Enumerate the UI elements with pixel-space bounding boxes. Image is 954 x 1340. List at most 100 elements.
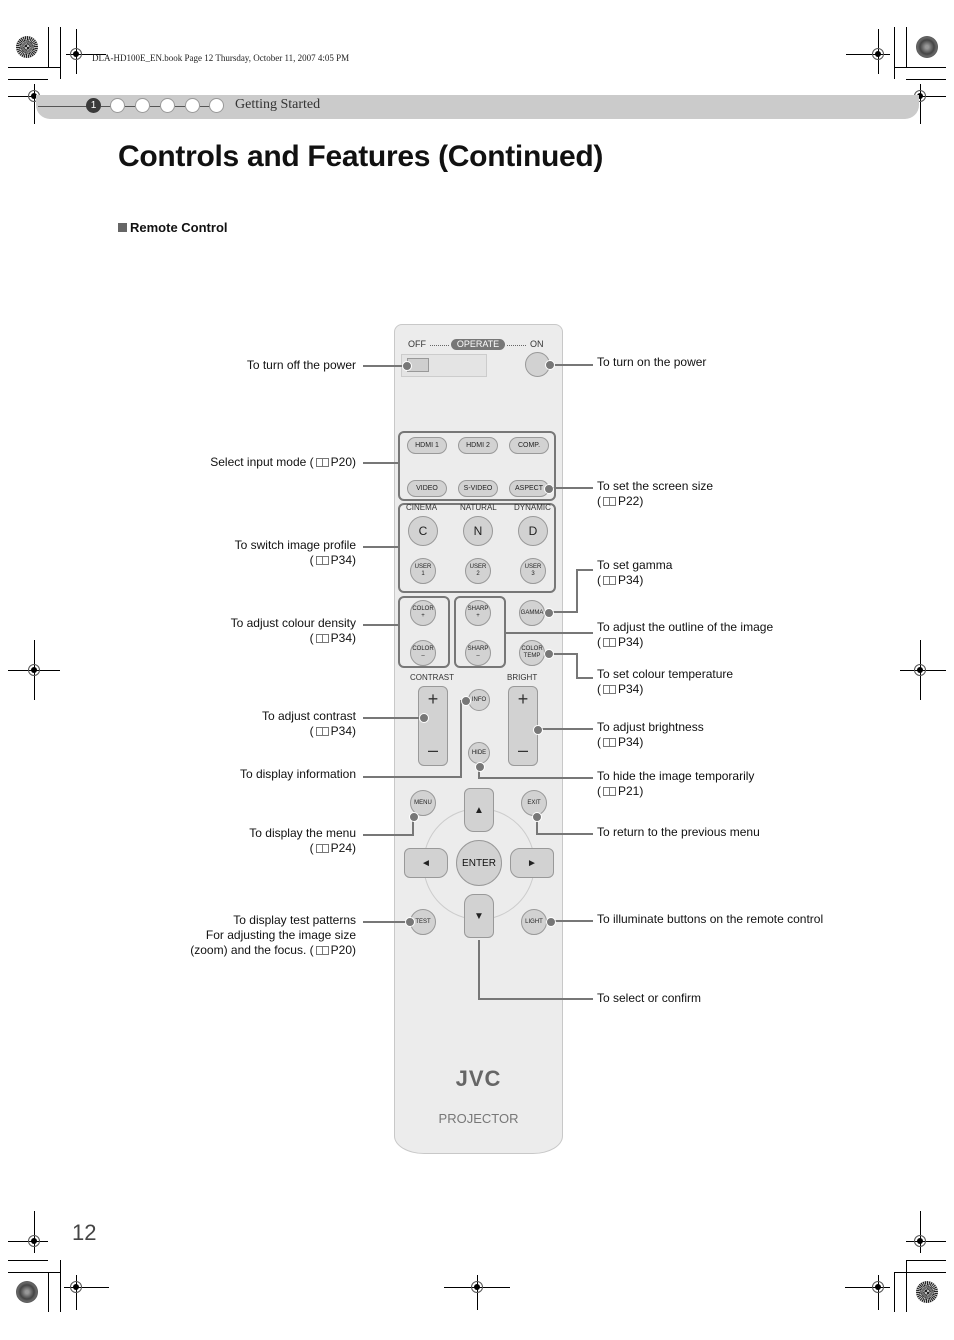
section-name: Getting Started (235, 97, 321, 112)
trim-mark (906, 1260, 946, 1261)
callout-input-mode: Select input mode (P20) (210, 455, 356, 469)
callout-outline: To adjust the outline of the image(P34) (597, 620, 774, 649)
leader-line (363, 624, 399, 626)
bullet-square-icon (118, 223, 127, 232)
cinema-button[interactable]: C (408, 516, 438, 546)
right-button[interactable]: ► (510, 848, 554, 878)
light-button[interactable]: LIGHT (521, 909, 547, 935)
info-button[interactable]: INFO (468, 689, 490, 711)
gray-target-mark (916, 36, 938, 58)
leader-dot (544, 484, 554, 494)
off-label: OFF (408, 339, 426, 349)
hdmi2-button[interactable]: HDMI 2 (458, 437, 498, 454)
callout-information: To display information (239, 767, 356, 781)
enter-button[interactable]: ENTER (456, 840, 502, 886)
leader-dot (544, 649, 554, 659)
callout-brightness: To adjust brightness(P34) (597, 720, 704, 749)
step-connector (125, 106, 135, 107)
leader-line (577, 569, 593, 571)
sharp-plus-button[interactable]: SHARP + (465, 600, 491, 626)
leader-dot (533, 725, 543, 735)
trim-mark (48, 27, 49, 67)
leader-line (549, 487, 593, 489)
leader-line (478, 998, 593, 1000)
leader-line (550, 920, 593, 922)
trim-mark (48, 1272, 49, 1312)
leader-line (576, 653, 578, 679)
plus-icon: + (427, 689, 439, 709)
step-connector (150, 106, 160, 107)
trim-mark (8, 1272, 60, 1273)
user3-button[interactable]: USER 3 (520, 558, 546, 584)
hdmi1-button[interactable]: HDMI 1 (407, 437, 447, 454)
natural-button[interactable]: N (463, 516, 493, 546)
leader-line (576, 677, 593, 679)
page-title: Controls and Features (Continued) (118, 140, 604, 173)
leader-line (478, 777, 593, 779)
trim-mark (906, 1260, 907, 1312)
leader-dot (419, 713, 429, 723)
color-minus-button[interactable]: COLOR – (410, 640, 436, 666)
leader-line (550, 364, 593, 366)
color-plus-button[interactable]: COLOR + (410, 600, 436, 626)
section-subtitle: Remote Control (118, 220, 228, 235)
callout-test-patterns: To display test patterns For adjusting th… (190, 913, 356, 957)
leader-line (576, 569, 578, 613)
leader-dot (532, 812, 542, 822)
aspect-button[interactable]: ASPECT (509, 480, 549, 497)
leader-line (363, 546, 399, 548)
bright-label: BRIGHT (507, 673, 538, 682)
gamma-button[interactable]: GAMMA (519, 600, 545, 626)
callout-colour-temperature: To set colour temperature(P34) (597, 667, 734, 696)
book-reference-icon (603, 787, 616, 796)
contrast-rocker[interactable]: + – (418, 686, 448, 766)
leader-line (536, 833, 593, 835)
callout-select-confirm: To select or confirm (597, 991, 702, 1005)
s-video-button[interactable]: S-VIDEO (458, 480, 498, 497)
up-button[interactable]: ▲ (464, 788, 494, 832)
subtitle-text: Remote Control (130, 220, 228, 235)
callout-colour-density: To adjust colour density(P34) (230, 616, 356, 645)
dynamic-button[interactable]: D (518, 516, 548, 546)
dotted-leader (507, 345, 526, 346)
trim-mark (894, 27, 895, 79)
callout-menu: To display the menu(P24) (249, 826, 356, 855)
color-target-mark (916, 1281, 938, 1303)
callout-previous-menu: To return to the previous menu (597, 825, 760, 839)
callout-gamma: To set gamma(P34) (597, 558, 673, 587)
leader-dot (461, 696, 471, 706)
hide-button[interactable]: HIDE (468, 742, 490, 764)
video-button[interactable]: VIDEO (407, 480, 447, 497)
callout-light: To illuminate buttons on the remote cont… (597, 912, 824, 926)
user2-button[interactable]: USER 2 (465, 558, 491, 584)
trim-mark (894, 67, 946, 68)
leader-dot (475, 762, 485, 772)
leader-line (506, 632, 593, 634)
book-reference-icon (603, 685, 616, 694)
minus-icon: – (517, 740, 528, 760)
leader-line (363, 776, 461, 778)
callout-power-off: To turn off the power (246, 358, 356, 372)
contrast-label: CONTRAST (410, 673, 454, 682)
sharp-minus-button[interactable]: SHARP – (465, 640, 491, 666)
down-button[interactable]: ▼ (464, 894, 494, 938)
chapter-step-1: 1 (86, 98, 101, 113)
color-target-mark (16, 36, 38, 58)
trim-mark (8, 1260, 48, 1261)
jvc-logo: JVC (455, 1066, 502, 1091)
callout-contrast: To adjust contrast(P34) (261, 709, 356, 738)
trim-mark (8, 79, 48, 80)
callout-image-profile: To switch image profile(P34) (234, 538, 356, 567)
minus-icon: – (427, 740, 438, 760)
trim-mark (906, 27, 907, 67)
print-job-info: DLA-HD100E_EN.book Page 12 Thursday, Oct… (92, 53, 350, 63)
page-number: 12 (72, 1220, 97, 1245)
book-reference-icon (603, 497, 616, 506)
leader-line (363, 921, 409, 923)
user1-button[interactable]: USER 1 (410, 558, 436, 584)
leader-dot (546, 917, 556, 927)
comp-button[interactable]: COMP. (509, 437, 549, 454)
leader-dot (405, 917, 415, 927)
left-button[interactable]: ◄ (404, 848, 448, 878)
color-temp-button[interactable]: COLOR TEMP (519, 640, 545, 666)
